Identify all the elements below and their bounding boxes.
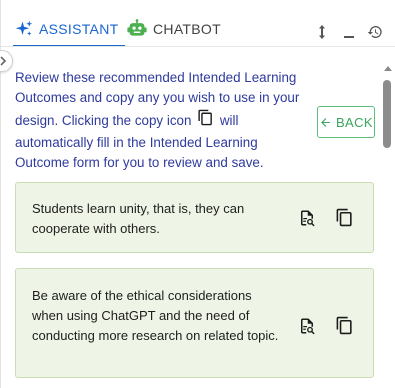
robot-icon bbox=[127, 19, 147, 39]
chevron-right-icon bbox=[0, 56, 7, 66]
sparkle-icon bbox=[15, 20, 33, 38]
view-document-icon[interactable] bbox=[297, 315, 317, 337]
back-button[interactable]: BACK bbox=[317, 106, 375, 138]
tab-bar: ASSISTANT CHATBOT bbox=[9, 12, 395, 47]
copy-icon bbox=[336, 208, 352, 226]
arrow-left-icon bbox=[321, 117, 330, 127]
copy-button[interactable] bbox=[334, 314, 354, 336]
outcome-card: Be aware of the ethical considerations w… bbox=[15, 268, 374, 378]
copy-button[interactable] bbox=[334, 206, 354, 228]
collapse-panel-button[interactable] bbox=[0, 50, 13, 72]
view-document-icon[interactable] bbox=[297, 207, 317, 229]
outcome-card: Students learn unity, that is, they can … bbox=[15, 182, 374, 253]
back-button-label: BACK bbox=[335, 114, 373, 130]
resize-vertical-icon[interactable] bbox=[312, 22, 332, 42]
intro-text-before: Review these recommended Intended Learni… bbox=[15, 70, 300, 128]
header-divider bbox=[1, 46, 395, 47]
outcome-text: Students learn unity, that is, they can … bbox=[32, 201, 245, 236]
tab-assistant[interactable]: ASSISTANT bbox=[15, 12, 118, 46]
vertical-scrollbar[interactable] bbox=[382, 62, 394, 388]
outcome-text: Be aware of the ethical considerations w… bbox=[32, 288, 279, 343]
scrollbar-thumb[interactable] bbox=[383, 80, 391, 148]
copy-icon bbox=[197, 108, 214, 133]
assistant-panel: ASSISTANT CHATBOT Review these recommend… bbox=[0, 0, 395, 388]
scroll-up-arrow-icon[interactable] bbox=[384, 66, 392, 71]
tab-chatbot[interactable]: CHATBOT bbox=[127, 12, 221, 46]
tab-chatbot-label: CHATBOT bbox=[153, 21, 221, 37]
minimize-icon[interactable] bbox=[339, 22, 359, 42]
assistant-content: Review these recommended Intended Learni… bbox=[15, 66, 379, 388]
intro-text: Review these recommended Intended Learni… bbox=[15, 68, 310, 173]
tab-assistant-label: ASSISTANT bbox=[39, 21, 119, 37]
copy-icon bbox=[336, 316, 352, 334]
history-icon[interactable] bbox=[365, 22, 385, 42]
